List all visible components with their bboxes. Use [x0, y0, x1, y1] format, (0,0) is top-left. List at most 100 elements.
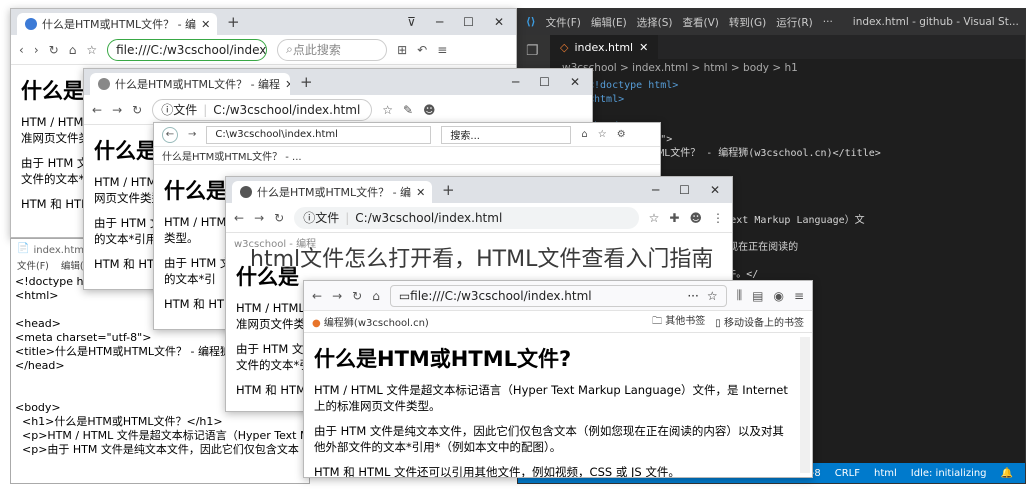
nav-toolbar: ← → ↻ ⓘ 文件 | C:/w3cschool/index.html ☆ ✎ ☻	[84, 95, 592, 125]
forward-icon[interactable]: →	[188, 129, 196, 140]
vscode-window-title: index.html - github - Visual St...	[852, 16, 1019, 28]
pin-icon[interactable]: ⊽	[407, 15, 416, 29]
maximize-icon[interactable]: ☐	[539, 75, 550, 89]
tab-close-icon[interactable]: ✕	[639, 41, 648, 54]
back-icon[interactable]: ←	[234, 211, 244, 225]
close-icon[interactable]: ✕	[710, 183, 720, 197]
vscode-menu-more[interactable]: ···	[823, 16, 833, 28]
reload-icon[interactable]: ↻	[132, 103, 142, 117]
menu-icon[interactable]: ≡	[437, 43, 447, 57]
editor-tab-index[interactable]: ◇ index.html ✕	[550, 35, 659, 59]
tab-close-icon[interactable]: ✕	[201, 18, 210, 31]
back-icon[interactable]: ←	[312, 289, 322, 303]
vscode-menu-view[interactable]: 查看(V)	[683, 15, 719, 30]
minimize-icon[interactable]: ─	[436, 15, 443, 29]
address-bar[interactable]: file:///C:/w3cschool/index.html	[107, 38, 268, 61]
new-tab-button[interactable]: +	[300, 73, 313, 91]
minimize-icon[interactable]: ─	[652, 183, 659, 197]
home-icon[interactable]: ⌂	[581, 129, 587, 140]
grid-icon[interactable]: ⊞	[397, 43, 407, 57]
bookmark-other[interactable]: 🗀 其他书签	[652, 312, 705, 331]
reload-icon[interactable]: ↻	[274, 211, 284, 225]
star-icon[interactable]: ☆	[707, 289, 718, 303]
code-line: <!doctype html>	[588, 80, 679, 91]
reload-icon[interactable]: ↻	[49, 43, 59, 57]
explorer-icon[interactable]: ❐	[518, 35, 550, 59]
pen-icon[interactable]: ✎	[403, 103, 413, 117]
address-bar[interactable]: ⓘ 文件 | C:/w3cschool/index.html	[294, 206, 639, 229]
maximize-icon[interactable]: ☐	[463, 15, 474, 29]
new-tab-button[interactable]: +	[227, 13, 240, 31]
sidebar-icon[interactable]: ▤	[752, 289, 763, 303]
star-icon[interactable]: ☆	[598, 129, 607, 140]
menu-icon[interactable]: ≡	[794, 289, 804, 303]
mobile-icon: ▯	[715, 318, 721, 329]
extensions-icon[interactable]: ✚	[669, 211, 679, 225]
browser-tab[interactable]: 什么是HTM或HTML文件？ - 编程 ✕	[90, 73, 290, 95]
address-bar[interactable]: ⓘ 文件 | C:/w3cschool/index.html	[152, 98, 373, 121]
browser-tab[interactable]: 什么是HTM或HTML文件？ - 编 ✕	[232, 181, 432, 203]
forward-icon[interactable]: ›	[34, 43, 39, 57]
search-box[interactable]: 搜索...	[441, 125, 572, 144]
scrollbar[interactable]	[800, 337, 810, 473]
library-icon[interactable]: ⫼	[737, 288, 743, 303]
menu-icon[interactable]: ⋮	[712, 211, 724, 225]
overlay-caption: html文件怎么打开看，HTML文件查看入门指南	[250, 247, 714, 272]
back-icon[interactable]: ←	[92, 103, 102, 117]
home-icon[interactable]: ⌂	[69, 43, 77, 57]
ie-tab[interactable]: 什么是HTM或HTML文件？ - ...	[162, 148, 302, 163]
tab-strip: 什么是HTM或HTML文件？ - 编程 ✕ + ─ ☐ ✕	[84, 69, 592, 95]
status-language[interactable]: html	[874, 468, 897, 479]
close-icon[interactable]: ✕	[570, 75, 580, 89]
minimize-icon[interactable]: ─	[512, 75, 519, 89]
more-icon[interactable]: ···	[687, 289, 698, 303]
profile-icon[interactable]: ☻	[689, 211, 702, 225]
vscode-menu-file[interactable]: 文件(F)	[546, 15, 581, 30]
address-text: file:///C:/w3cschool/index.html	[410, 288, 592, 303]
tab-close-icon[interactable]: ✕	[416, 186, 425, 199]
gear-icon[interactable]: ⚙	[617, 129, 626, 140]
maximize-icon[interactable]: ☐	[679, 183, 690, 197]
profile-icon[interactable]: ☻	[423, 103, 436, 117]
account-icon[interactable]: ◉	[773, 289, 783, 303]
notepad-menu-file[interactable]: 文件(F)	[17, 258, 49, 272]
forward-icon[interactable]: →	[112, 103, 122, 117]
bell-icon[interactable]: 🔔	[1001, 468, 1013, 479]
bookmark-w3cschool[interactable]: ● 编程狮(w3cschool.cn)	[312, 314, 429, 329]
status-eol[interactable]: CRLF	[835, 468, 860, 479]
home-icon[interactable]: ⌂	[372, 289, 380, 303]
tab-close-icon[interactable]: ✕	[285, 78, 290, 91]
vscode-menu-run[interactable]: 运行(R)	[776, 15, 813, 30]
address-bar[interactable]: C:\w3cschool\index.html	[206, 125, 432, 144]
paragraph-2: 由于 HTM 文	[21, 156, 89, 171]
vscode-menu-selection[interactable]: 选择(S)	[637, 15, 673, 30]
paragraph-3: HTM 和 HTML 文件还可以引用其他文件，例如视频，CSS 或 JS 文件。	[314, 465, 680, 478]
back-icon[interactable]: ‹	[19, 43, 24, 57]
nav-toolbar: ‹ › ↻ ⌂ ☆ file:///C:/w3cschool/index.htm…	[11, 35, 516, 65]
paragraph-1: HTM / HTML	[236, 301, 305, 316]
forward-icon[interactable]: →	[254, 211, 264, 225]
paragraph-1-cont: 准网页文件类	[21, 130, 90, 145]
tab-title: 什么是HTM或HTML文件？ - 编程	[115, 78, 281, 91]
vscode-menu-edit[interactable]: 编辑(E)	[591, 15, 627, 30]
forward-icon[interactable]: →	[332, 289, 342, 303]
star-icon[interactable]: ☆	[649, 211, 660, 225]
search-box[interactable]: ⌕ 点此搜索	[277, 38, 388, 61]
address-bar[interactable]: ▭ file:///C:/w3cschool/index.html ··· ☆	[389, 284, 727, 307]
paragraph-2: 由于 HTM 文	[164, 256, 232, 271]
bookmark-mobile[interactable]: ▯ 移动设备上的书签	[715, 314, 804, 329]
undo-icon[interactable]: ↶	[417, 43, 427, 57]
back-icon[interactable]: ←	[162, 126, 178, 143]
star-icon[interactable]: ☆	[86, 43, 97, 57]
close-icon[interactable]: ✕	[494, 15, 504, 29]
new-tab-button[interactable]: +	[442, 181, 455, 199]
browser-tab[interactable]: 什么是HTM或HTML文件？ - 编 ✕	[17, 13, 217, 35]
favorites-icon[interactable]: ☆	[382, 103, 393, 117]
address-prefix: 文件	[315, 211, 340, 225]
paragraph-1-cont: 类型。	[164, 230, 199, 245]
vscode-menu-go[interactable]: 转到(G)	[729, 15, 766, 30]
info-icon: ⓘ	[303, 211, 316, 225]
breadcrumb[interactable]: w3cschool > index.html > html > body > h…	[550, 59, 1025, 77]
reload-icon[interactable]: ↻	[352, 289, 362, 303]
